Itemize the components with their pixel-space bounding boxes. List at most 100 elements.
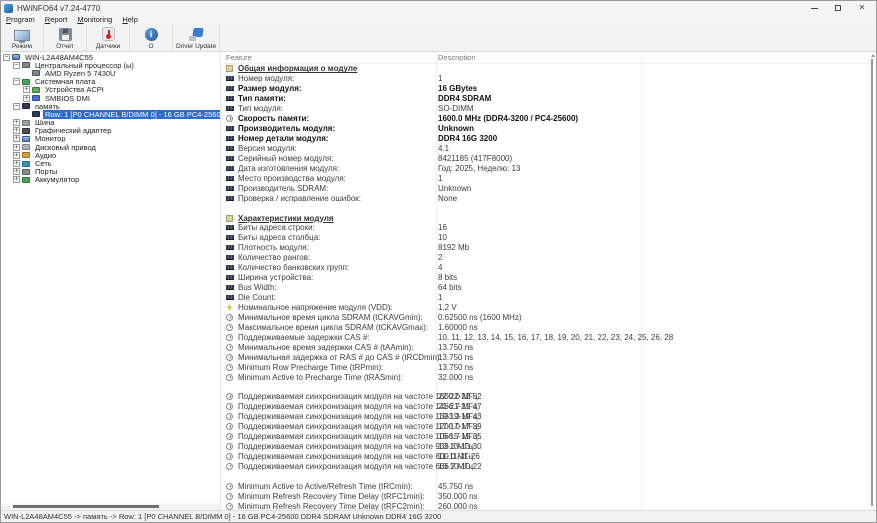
menu-item-help[interactable]: Help [117,15,142,24]
feature-row[interactable]: Дата изготовления модуля: Год: 2025, Неде… [223,163,869,173]
section-row[interactable]: Общая информация о модуле [223,64,869,74]
network-icon [22,160,30,167]
scroll-up-icon[interactable] [870,54,875,57]
feature-row[interactable]: Тип памяти: DDR4 SDRAM [223,94,869,104]
feature-label: Номер детали модуля: [238,134,329,144]
vertical-scrollbar-thumb[interactable] [871,59,873,506]
device-tree: − WIN-L2A48AM4C55− Центральный процессор (… [1,52,221,510]
feature-row[interactable]: Биты адреса строки: 16 [223,223,869,233]
feature-row[interactable]: Номинальное напряжение модуля (VDD): 1.2 … [223,303,869,313]
feature-row[interactable]: Место производства модуля: 1 [223,173,869,183]
spacer-row [223,471,869,481]
feature-row[interactable]: Количество банковских групп: 4 [223,263,869,273]
close-button[interactable]: ✕ [850,1,874,15]
expand-icon[interactable]: + [23,94,30,102]
feature-row[interactable]: Поддерживаемые задержки CAS #: 10, 11, 12… [223,332,869,342]
toolbar-driver-button[interactable]: Driver Update [173,24,221,51]
tree-horizontal-scrollbar[interactable] [1,503,220,510]
expand-icon[interactable]: + [13,176,20,184]
ram-icon [225,185,234,191]
feature-row[interactable]: Номер модуля: 1 [223,74,869,84]
feature-row[interactable]: Скорость памяти: 1600.0 MHz (DDR4-3200 / … [223,114,869,124]
feature-row[interactable]: Поддерживаемая синхронизация модуля на ч… [223,452,869,462]
feature-value: 19-19-19-43 [438,412,482,422]
collapse-icon[interactable]: − [13,61,20,69]
feature-row[interactable]: Поддерживаемая синхронизация модуля на ч… [223,392,869,402]
feature-row[interactable]: Поддерживаемая синхронизация модуля на ч… [223,412,869,422]
clock-icon [226,403,233,411]
feature-value: 15-15-15-35 [438,432,482,442]
maximize-button[interactable] [826,1,850,15]
driver-label: Driver Update [176,43,217,50]
menu-item-monitoring[interactable]: Monitoring [72,15,117,24]
about-label: О [148,43,154,50]
tree-item[interactable]: + Аккумулятор [1,175,220,184]
clock-icon [226,462,233,470]
feature-row[interactable]: Minimum Refresh Recovery Time Delay (tRF… [223,501,869,510]
clock-icon [226,482,233,490]
computer-icon [12,54,20,61]
feature-row[interactable]: Версия модуля: 4.1 [223,144,869,154]
toolbar-about-button[interactable]: О [130,24,173,51]
expand-icon[interactable]: + [13,168,20,176]
expand-icon[interactable]: + [13,160,20,168]
feature-row[interactable]: Поддерживаемая синхронизация модуля на ч… [223,422,869,432]
description-column-header[interactable]: Description [438,53,476,62]
feature-row[interactable]: Минимальное время задержки CAS # (tAAmin… [223,342,869,352]
expand-icon[interactable]: + [13,127,20,135]
feature-label: Minimum Row Precharge Time (tRPmin): [238,362,384,372]
feature-row[interactable]: Проверка / исправление ошибок: None [223,193,869,203]
feature-row[interactable]: Поддерживаемая синхронизация модуля на ч… [223,462,869,472]
driver-update-icon [188,28,204,41]
ram-icon [225,76,234,82]
gpu-icon [22,127,30,134]
feature-row[interactable]: Minimum Refresh Recovery Time Delay (tRF… [223,491,869,501]
toolbar-report-button[interactable]: Отчет [44,24,87,51]
feature-row[interactable]: Минимальное время цикла SDRAM (tCKAVGmin… [223,312,869,322]
minimize-button[interactable] [802,1,826,15]
tree-item[interactable]: + Устройства ACPI [1,85,220,94]
clock-icon [226,453,233,461]
feature-row[interactable]: Производитель модуля: Unknown [223,124,869,134]
expand-icon[interactable]: + [13,119,20,127]
feature-row[interactable]: Максимальное время цикла SDRAM (tCKAVGma… [223,322,869,332]
feature-row[interactable]: Плотность модуля: 8192 Mb [223,243,869,253]
expand-icon[interactable]: + [13,151,20,159]
collapse-icon[interactable]: − [13,78,20,86]
feature-value: 4 [438,263,443,273]
toolbar-sensors-button[interactable]: Датчики [87,24,130,51]
feature-row[interactable]: Минимальная задержка от RAS # до CAS # (… [223,352,869,362]
feature-row[interactable]: Ширина устройства: 8 bits [223,273,869,283]
menu-item-report[interactable]: Report [40,15,73,24]
tree-item[interactable]: − Системная плата [1,77,220,86]
feature-row[interactable]: Количество рангов: 2 [223,253,869,263]
feature-value: 13.750 ns [438,352,474,362]
expand-icon[interactable]: + [13,135,20,143]
feature-row[interactable]: Производитель SDRAM: Unknown [223,183,869,193]
feature-row[interactable]: Minimum Row Precharge Time (tRPmin): 13.7… [223,362,869,372]
feature-row[interactable]: Серийный номер модуля: 8421185 (417F8000) [223,153,869,163]
feature-value: 1 [438,173,443,183]
feature-row[interactable]: Тип модуля: SO-DIMM [223,104,869,114]
feature-row[interactable]: Поддерживаемая синхронизация модуля на ч… [223,432,869,442]
feature-row[interactable]: Minimum Active to Precharge Time (tRASmi… [223,372,869,382]
feature-row[interactable]: Bus Width: 64 bits [223,283,869,293]
panel-vertical-scrollbar[interactable] [869,52,876,510]
collapse-icon[interactable]: − [13,102,20,110]
horizontal-scrollbar-thumb[interactable] [13,505,159,508]
battery-icon [22,176,30,183]
feature-row[interactable]: Die Count: 1 [223,293,869,303]
menu-item-program[interactable]: Program [1,15,40,24]
expand-icon[interactable]: + [13,143,20,151]
feature-row[interactable]: Размер модуля: 16 GBytes [223,84,869,94]
feature-column-header[interactable]: Feature [223,53,252,62]
feature-row[interactable]: Биты адреса столбца: 10 [223,233,869,243]
feature-row[interactable]: Поддерживаемая синхронизация модуля на ч… [223,442,869,452]
expand-icon[interactable]: + [23,86,30,94]
section-row[interactable]: Характеристики модуля [223,213,869,223]
toolbar-mode-button[interactable]: Режим [1,24,44,51]
collapse-icon[interactable]: − [3,53,10,61]
feature-row[interactable]: Поддерживаемая синхронизация модуля на ч… [223,402,869,412]
feature-row[interactable]: Minimum Active to Active/Refresh Time (t… [223,481,869,491]
feature-row[interactable]: Номер детали модуля: DDR4 16G 3200 [223,134,869,144]
